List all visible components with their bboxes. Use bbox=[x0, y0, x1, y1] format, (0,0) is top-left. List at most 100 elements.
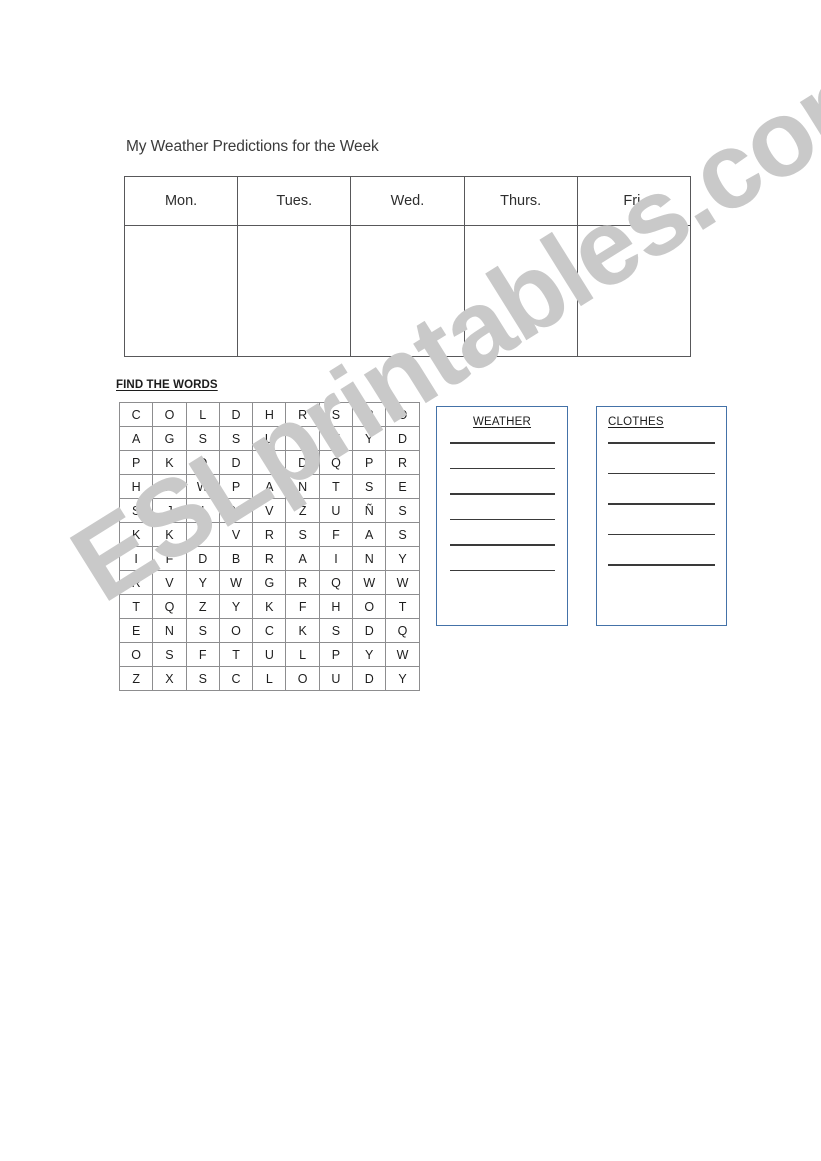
wordsearch-cell[interactable]: K bbox=[252, 594, 287, 619]
wordsearch-cell[interactable]: N bbox=[152, 618, 187, 643]
wordsearch-cell[interactable]: K bbox=[118, 522, 154, 547]
wordsearch-cell[interactable]: F bbox=[152, 546, 187, 571]
weather-answer-line[interactable] bbox=[449, 493, 555, 495]
wordsearch-cell[interactable]: A bbox=[118, 426, 154, 451]
wordsearch-cell[interactable]: H bbox=[252, 402, 287, 427]
wordsearch-cell[interactable]: S bbox=[252, 450, 287, 475]
wordsearch-cell[interactable]: Z bbox=[185, 594, 220, 619]
clothes-answer-line[interactable] bbox=[608, 564, 715, 566]
wordsearch-cell[interactable]: T bbox=[385, 594, 420, 619]
wordsearch-cell[interactable]: D bbox=[218, 402, 254, 427]
weather-answer-line[interactable] bbox=[449, 442, 555, 444]
wordsearch-cell[interactable]: L bbox=[185, 402, 220, 427]
week-body-cell[interactable] bbox=[463, 225, 578, 357]
wordsearch-cell[interactable]: S bbox=[185, 666, 220, 691]
clothes-answer-line[interactable] bbox=[608, 533, 715, 535]
wordsearch-cell[interactable]: S bbox=[218, 426, 254, 451]
wordsearch-cell[interactable]: W bbox=[218, 570, 254, 595]
wordsearch-cell[interactable]: Z bbox=[118, 666, 154, 691]
wordsearch-cell[interactable]: N bbox=[185, 522, 220, 547]
wordsearch-cell[interactable]: C bbox=[252, 618, 287, 643]
wordsearch-cell[interactable]: C bbox=[218, 666, 254, 691]
wordsearch-cell[interactable]: O bbox=[118, 642, 154, 667]
wordsearch-cell[interactable]: L bbox=[285, 642, 320, 667]
clothes-answer-line[interactable] bbox=[608, 503, 715, 505]
wordsearch-cell[interactable]: I bbox=[118, 546, 154, 571]
wordsearch-cell[interactable]: W bbox=[385, 570, 420, 595]
wordsearch-cell[interactable]: X bbox=[152, 666, 187, 691]
wordsearch-cell[interactable]: W bbox=[185, 474, 220, 499]
wordsearch-cell[interactable]: R bbox=[385, 450, 420, 475]
clothes-answer-line[interactable] bbox=[608, 442, 715, 444]
wordsearch-cell[interactable]: Q bbox=[152, 594, 187, 619]
wordsearch-cell[interactable]: S bbox=[318, 618, 354, 643]
week-body-cell[interactable] bbox=[237, 225, 352, 357]
wordsearch-cell[interactable]: W bbox=[352, 570, 387, 595]
wordsearch-cell[interactable]: D bbox=[352, 618, 387, 643]
wordsearch-cell[interactable]: Y bbox=[352, 642, 387, 667]
wordsearch-cell[interactable]: S bbox=[385, 498, 420, 523]
clothes-answer-box[interactable]: CLOTHES bbox=[596, 406, 727, 626]
wordsearch-cell[interactable]: Y bbox=[352, 426, 387, 451]
wordsearch-cell[interactable]: D bbox=[185, 450, 220, 475]
wordsearch-cell[interactable]: O bbox=[218, 618, 254, 643]
wordsearch-cell[interactable]: N bbox=[285, 426, 320, 451]
weather-answer-box[interactable]: WEATHER bbox=[436, 406, 568, 626]
wordsearch-cell[interactable]: K bbox=[285, 618, 320, 643]
wordsearch-cell[interactable]: O bbox=[385, 402, 420, 427]
wordsearch-cell[interactable]: G bbox=[252, 570, 287, 595]
wordsearch-cell[interactable]: E bbox=[385, 474, 420, 499]
wordsearch-cell[interactable]: H bbox=[118, 474, 154, 499]
wordsearch-cell[interactable]: S bbox=[152, 642, 187, 667]
wordsearch-cell[interactable]: I bbox=[185, 498, 220, 523]
wordsearch-cell[interactable]: N bbox=[352, 546, 387, 571]
wordsearch-cell[interactable]: W bbox=[385, 642, 420, 667]
wordsearch-cell[interactable]: D bbox=[285, 450, 320, 475]
wordsearch-cell[interactable]: Y bbox=[385, 546, 420, 571]
wordsearch-cell[interactable]: O bbox=[152, 402, 187, 427]
wordsearch-cell[interactable]: D bbox=[218, 450, 254, 475]
wordsearch-cell[interactable]: S bbox=[185, 618, 220, 643]
wordsearch-cell[interactable]: Q bbox=[318, 570, 354, 595]
wordsearch-cell[interactable]: F bbox=[285, 594, 320, 619]
week-body-cell[interactable] bbox=[350, 225, 465, 357]
wordsearch-cell[interactable]: I bbox=[318, 546, 354, 571]
wordsearch-cell[interactable]: Y bbox=[218, 594, 254, 619]
weather-answer-line[interactable] bbox=[449, 518, 555, 520]
wordsearch-cell[interactable]: B bbox=[218, 546, 254, 571]
wordsearch-cell[interactable]: T bbox=[218, 642, 254, 667]
wordsearch-cell[interactable]: K bbox=[152, 522, 187, 547]
wordsearch-cell[interactable]: V bbox=[252, 498, 287, 523]
wordsearch-cell[interactable]: P bbox=[352, 450, 387, 475]
clothes-answer-line[interactable] bbox=[608, 472, 715, 474]
wordsearch-cell[interactable]: J bbox=[152, 498, 187, 523]
wordsearch-cell[interactable]: F bbox=[318, 522, 354, 547]
wordsearch-cell[interactable]: N bbox=[285, 474, 320, 499]
weather-answer-line[interactable] bbox=[449, 569, 555, 571]
wordsearch-cell[interactable]: A bbox=[352, 522, 387, 547]
wordsearch-cell[interactable]: Q bbox=[385, 618, 420, 643]
wordsearch-cell[interactable]: V bbox=[218, 522, 254, 547]
wordsearch-cell[interactable]: R bbox=[352, 402, 387, 427]
wordsearch-cell[interactable]: D bbox=[185, 546, 220, 571]
wordsearch-cell[interactable]: R bbox=[285, 402, 320, 427]
wordsearch-cell[interactable]: S bbox=[185, 426, 220, 451]
wordsearch-cell[interactable]: P bbox=[318, 642, 354, 667]
wordsearch-cell[interactable]: N bbox=[318, 426, 354, 451]
wordsearch-cell[interactable]: S bbox=[118, 498, 154, 523]
wordsearch-cell[interactable]: E bbox=[118, 618, 154, 643]
wordsearch-cell[interactable]: S bbox=[318, 402, 354, 427]
wordsearch-cell[interactable]: D bbox=[385, 426, 420, 451]
wordsearch-cell[interactable]: G bbox=[152, 426, 187, 451]
wordsearch-cell[interactable]: H bbox=[152, 474, 187, 499]
wordsearch-cell[interactable]: U bbox=[252, 642, 287, 667]
wordsearch-cell[interactable]: K bbox=[152, 450, 187, 475]
wordsearch-cell[interactable]: Ñ bbox=[352, 498, 387, 523]
wordsearch-cell[interactable]: L bbox=[252, 666, 287, 691]
wordsearch-cell[interactable]: Y bbox=[385, 666, 420, 691]
wordsearch-cell[interactable]: U bbox=[318, 666, 354, 691]
wordsearch-cell[interactable]: U bbox=[252, 426, 287, 451]
wordsearch-cell[interactable]: T bbox=[318, 474, 354, 499]
wordsearch-cell[interactable]: Q bbox=[318, 450, 354, 475]
wordsearch-cell[interactable]: Z bbox=[285, 498, 320, 523]
